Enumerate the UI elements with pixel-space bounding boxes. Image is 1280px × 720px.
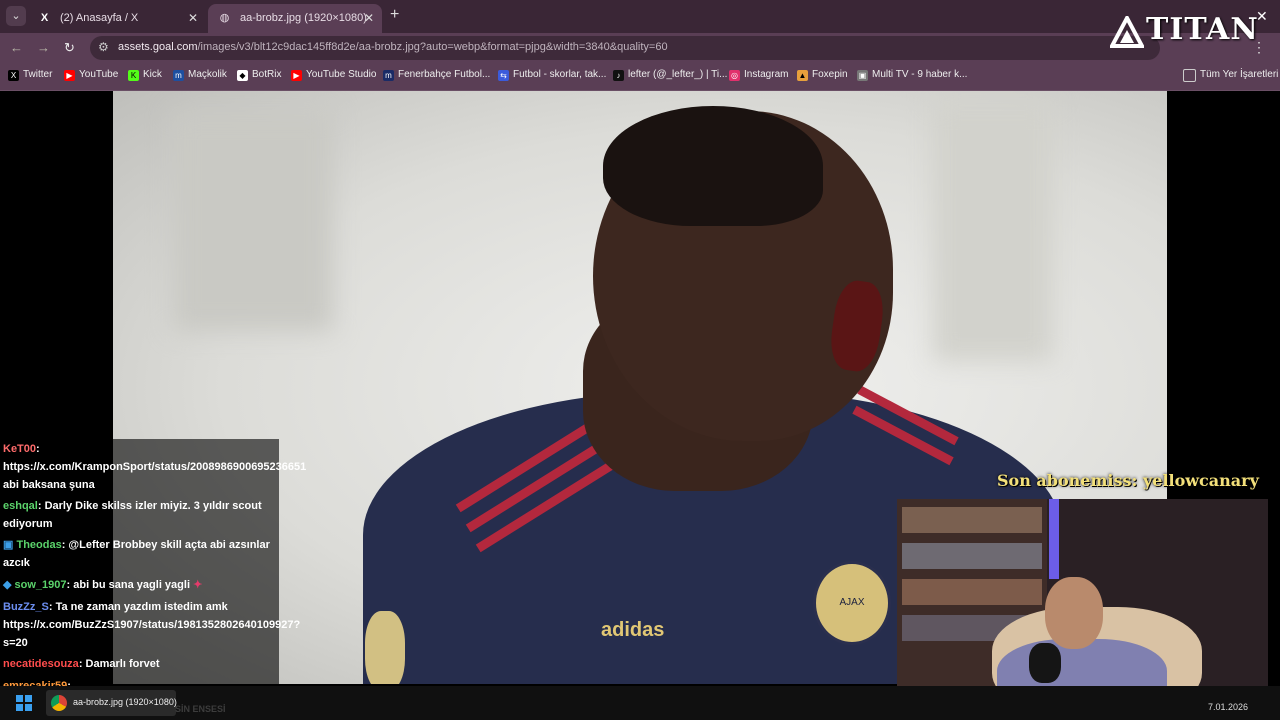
tab-title: (2) Anasayfa / X — [60, 12, 139, 24]
books-row — [902, 543, 1042, 569]
adidas-logo: adidas — [601, 619, 665, 641]
bookmark-youtube[interactable]: ▶ YouTube — [64, 69, 118, 81]
bookmark-futbol-skorlar[interactable]: ⇆ Futbol - skorlar, tak... — [498, 69, 606, 81]
tab-title: aa-brobz.jpg (1920×1080) — [240, 12, 367, 24]
close-icon[interactable]: ✕ — [364, 11, 374, 25]
bookmark-foxepin[interactable]: ▲ Foxepin — [797, 69, 848, 81]
background-blur — [173, 111, 333, 331]
tab-strip: ⌄ X (2) Anasayfa / X ✕ ◍ aa-brobz.jpg (1… — [0, 0, 1280, 33]
twitter-icon: X — [8, 70, 19, 81]
url-host: assets.goal.com — [118, 41, 198, 53]
titan-logo-mark — [1110, 16, 1144, 48]
browser-toolbar: ← → ↻ ⚙ assets.goal.com/images/v3/blt12c… — [0, 33, 1280, 63]
clock-date: 7.01.2026 — [1207, 702, 1248, 712]
tab-image[interactable]: ◍ aa-brobz.jpg (1920×1080) ✕ — [208, 4, 382, 33]
taskbar-app-label: aa-brobz.jpg (1920×1080) — [73, 697, 177, 707]
books-row — [902, 579, 1042, 605]
futbol-icon: ⇆ — [498, 70, 509, 81]
botrix-icon: ◆ — [237, 70, 248, 81]
bookmark-multi-tv[interactable]: ▣ Multi TV - 9 haber k... — [857, 69, 967, 81]
taskbar-chrome-app[interactable]: aa-brobz.jpg (1920×1080) — [46, 690, 177, 716]
bookmark-twitter[interactable]: X Twitter — [8, 69, 52, 81]
neon-light — [1049, 499, 1059, 579]
bookmark-kick[interactable]: K Kick — [128, 69, 162, 81]
bookmark-youtube-studio[interactable]: ▶ YouTube Studio — [291, 69, 376, 81]
bookmark-lefter-tiktok[interactable]: ♪ lefter (@_lefter_) | Ti... — [613, 69, 727, 81]
bookmark-instagram[interactable]: ◎ Instagram — [729, 69, 788, 81]
youtube-studio-icon: ▶ — [291, 70, 302, 81]
taskbar: aa-brobz.jpg (1920×1080) 7.01.2026 — [0, 686, 1280, 720]
bookmark-fenerbahce[interactable]: m Fenerbahçe Futbol... — [383, 69, 490, 81]
last-subscriber-banner: Son abonemiss: yellowcanary — [997, 471, 1259, 490]
ajax-crest: AJAX — [813, 561, 891, 645]
instagram-icon: ◎ — [729, 70, 740, 81]
url-path: /images/v3/blt12c9dac145ff8d2e/aa-brobz.… — [197, 41, 668, 53]
close-icon[interactable]: ✕ — [1256, 8, 1268, 25]
address-bar[interactable]: ⚙ assets.goal.com/images/v3/blt12c9dac14… — [90, 36, 1160, 60]
tab-anasayfa[interactable]: X (2) Anasayfa / X ✕ — [28, 4, 206, 33]
tab-search-button[interactable]: ⌄ — [6, 6, 26, 26]
tiktok-icon: ♪ — [613, 70, 624, 81]
multi-tv-icon: ▣ — [857, 70, 868, 81]
folder-icon — [1183, 69, 1196, 82]
url-text: assets.goal.com/images/v3/blt12c9dac145f… — [118, 41, 668, 53]
badge-icon: ◆ — [3, 579, 12, 591]
faint-overlay-text: SİN ENSESİ — [175, 704, 226, 714]
chat-message: necatidesouza: Damarlı forvet — [3, 658, 160, 670]
background-blur — [933, 101, 1053, 361]
titan-logo: TITAN — [1108, 12, 1258, 54]
streamer-webcam — [897, 499, 1268, 705]
bookmark-botrix[interactable]: ◆ BotRix — [237, 69, 281, 81]
chrome-icon — [51, 695, 67, 711]
youtube-icon: ▶ — [64, 70, 75, 81]
forward-icon[interactable]: → — [37, 40, 50, 55]
bookmark-mackolik[interactable]: m Maçkolik — [173, 69, 227, 81]
fenerbahce-icon: m — [383, 70, 394, 81]
titan-logo-text: TITAN — [1146, 12, 1259, 47]
all-bookmarks[interactable]: Tüm Yer İşaretleri — [1183, 69, 1278, 82]
chat-message: KeT00: https://x.com/KramponSport/status… — [3, 443, 307, 491]
chat-message: ▣ Theodas: @Lefter Brobbey skill açta ab… — [3, 539, 270, 569]
x-icon: X — [40, 12, 49, 24]
chat-message: ◆ sow_1907: abi bu sana yagli yagli ✦ — [3, 579, 203, 591]
bookmarks-bar: X Twitter ▶ YouTube K Kick m Maçkolik ◆ BotRi… — [0, 63, 1280, 91]
microphone-icon — [1029, 643, 1061, 683]
kick-icon: K — [128, 70, 139, 81]
sleeve-patch — [365, 611, 405, 684]
new-tab-button[interactable]: + — [390, 6, 399, 24]
reload-icon[interactable]: ↻ — [64, 40, 75, 56]
back-icon[interactable]: ← — [10, 40, 23, 55]
books-row — [902, 507, 1042, 533]
foxepin-icon: ▲ — [797, 70, 808, 81]
streamer-head — [1045, 577, 1103, 649]
badge-icon: ▣ — [3, 539, 14, 551]
site-info-icon[interactable]: ⚙ — [98, 40, 109, 54]
mackolik-icon: m — [173, 70, 184, 81]
windows-start-icon[interactable] — [16, 695, 32, 711]
player-hair — [603, 106, 823, 226]
close-icon[interactable]: ✕ — [188, 11, 198, 25]
emote-icon: ✦ — [193, 579, 203, 591]
chat-message: BuzZz_S: Ta ne zaman yazdım istedim amk … — [3, 601, 301, 649]
chat-message: eshqal: Darly Dike skilss izler miyiz. 3… — [3, 500, 262, 530]
globe-icon: ◍ — [219, 12, 230, 24]
stream-chat: KeT00: https://x.com/KramponSport/status… — [0, 439, 307, 692]
